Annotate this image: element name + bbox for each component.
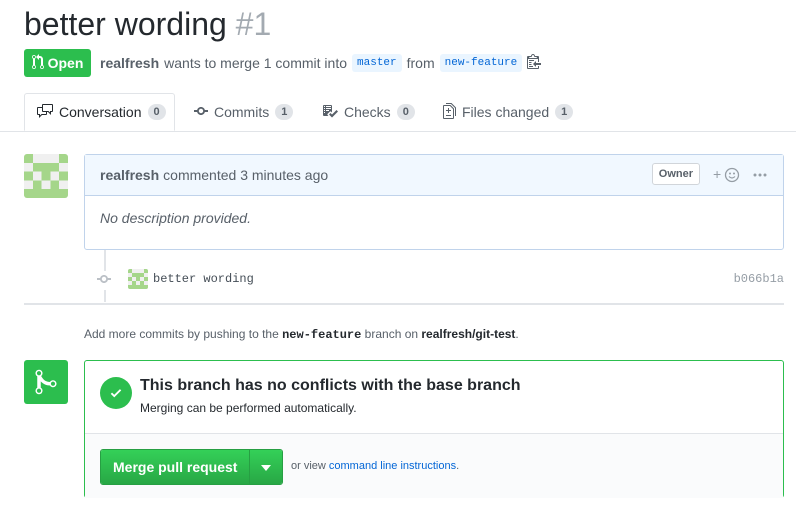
tab-label: Commits: [214, 104, 270, 120]
from-text: from: [406, 54, 435, 71]
commit-row: better wording b066b1a: [96, 268, 784, 290]
commit-sha[interactable]: b066b1a: [734, 272, 784, 286]
checklist-icon: [322, 103, 338, 122]
merge-box: This branch has no conflicts with the ba…: [84, 360, 784, 498]
merge-text: wants to merge 1 commit into: [164, 54, 348, 71]
commit-avatar[interactable]: [128, 269, 148, 289]
merge-options-button[interactable]: [249, 450, 283, 484]
owner-badge: Owner: [651, 163, 700, 185]
tab-conversation[interactable]: Conversation 0: [24, 93, 175, 131]
tab-nav: Conversation 0 Commits 1 Checks 0 Files …: [0, 93, 796, 132]
divider: [24, 303, 784, 305]
comment-discussion-icon: [37, 103, 53, 122]
comment-header: realfresh commented 3 minutes ago Owner …: [85, 155, 783, 196]
merge-status-title: This branch has no conflicts with the ba…: [140, 377, 521, 394]
push-hint-suffix: .: [515, 327, 519, 341]
git-commit-icon: [194, 103, 208, 122]
tab-label: Conversation: [59, 104, 142, 120]
git-merge-icon: [24, 360, 68, 404]
merge-status-subtitle: Merging can be performed automatically.: [140, 401, 357, 415]
comment-body: No description provided.: [100, 210, 251, 226]
tab-label: Files changed: [462, 104, 550, 120]
file-diff-icon: [443, 102, 456, 122]
kebab-icon[interactable]: [752, 167, 768, 186]
tab-label: Checks: [344, 104, 391, 120]
status-badge: Open: [24, 49, 91, 77]
tab-commits[interactable]: Commits 1: [194, 93, 294, 131]
alt-instructions: or view command line instructions.: [291, 460, 459, 472]
tab-counter: 0: [396, 104, 415, 120]
check-icon: [100, 377, 132, 409]
avatar[interactable]: [24, 154, 68, 198]
base-branch[interactable]: master: [352, 53, 402, 72]
push-hint-branch: new-feature: [282, 328, 362, 342]
push-hint-prefix: Add more commits by pushing to the: [84, 327, 279, 341]
tab-counter: 1: [275, 104, 294, 120]
pr-title: better wording: [24, 6, 227, 42]
comment-author[interactable]: realfresh: [100, 167, 159, 183]
git-commit-icon: [96, 271, 112, 290]
page-title: better wording #1: [24, 2, 271, 46]
merge-button-group: Merge pull request: [100, 449, 284, 485]
triangle-down-icon: [261, 458, 272, 476]
push-hint: Add more commits by pushing to the new-f…: [84, 327, 519, 342]
push-hint-repo: realfresh/git-test: [421, 327, 516, 341]
copy-icon[interactable]: [527, 53, 542, 72]
tab-counter: 0: [147, 104, 166, 120]
head-branch[interactable]: new-feature: [439, 53, 523, 72]
svg-text:+: +: [713, 166, 721, 182]
alt-suffix: .: [456, 460, 460, 472]
merge-pull-request-button[interactable]: Merge pull request: [101, 450, 250, 484]
merge-actions: Merge pull request or view command line …: [85, 434, 783, 498]
commit-message[interactable]: better wording: [153, 272, 254, 286]
pr-meta: realfresh wants to merge 1 commit into m…: [100, 53, 542, 72]
tab-checks[interactable]: Checks 0: [322, 93, 415, 131]
pr-number: #1: [235, 6, 272, 42]
tab-counter: 1: [555, 104, 574, 120]
author-link[interactable]: realfresh: [100, 55, 159, 71]
tab-files-changed[interactable]: Files changed 1: [443, 93, 574, 131]
command-line-instructions-link[interactable]: command line instructions: [329, 460, 456, 472]
comment-timestamp: commented 3 minutes ago: [163, 167, 329, 183]
merge-status: This branch has no conflicts with the ba…: [85, 361, 783, 434]
add-reaction-icon[interactable]: +: [713, 166, 741, 187]
comment-box: realfresh commented 3 minutes ago Owner …: [84, 154, 784, 250]
status-label: Open: [47, 55, 84, 71]
alt-prefix: or view: [291, 460, 326, 472]
push-hint-middle: branch on: [364, 327, 419, 341]
git-pull-request-icon: [31, 53, 44, 73]
